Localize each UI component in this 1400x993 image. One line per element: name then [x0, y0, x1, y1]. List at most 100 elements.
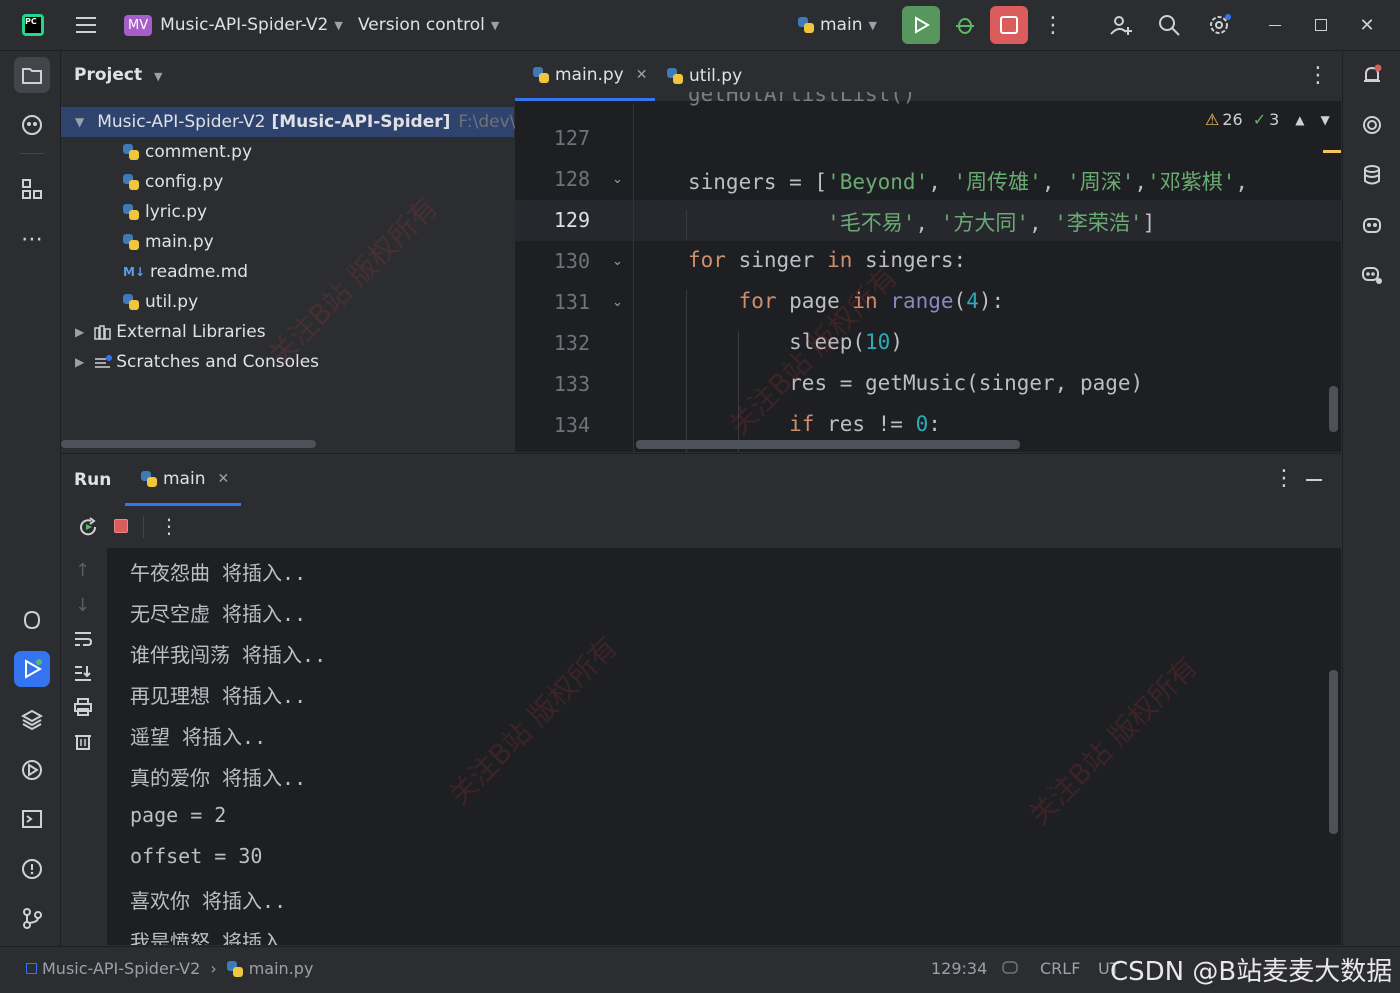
- project-name: Music-API-Spider-V2: [160, 15, 329, 35]
- minimize-window-icon[interactable]: [1262, 12, 1288, 38]
- horizontal-scrollbar[interactable]: [61, 440, 316, 448]
- stop-icon[interactable]: [114, 519, 128, 533]
- run-toolbar-more-icon[interactable]: ⋮: [159, 514, 179, 538]
- problems-icon[interactable]: [14, 851, 50, 887]
- code-line-134[interactable]: if res != 0:: [688, 412, 941, 436]
- more-actions-icon[interactable]: ⋮: [1040, 6, 1066, 44]
- notifications-bell-icon[interactable]: [1354, 57, 1390, 93]
- warning-icon: ⚠: [1205, 110, 1220, 129]
- code-line-133[interactable]: res = getMusic(singer, page): [688, 371, 1143, 395]
- chevron-right-icon: ▶: [75, 325, 85, 339]
- line-separator[interactable]: CRLF: [1040, 959, 1080, 978]
- editor-tab-bar: main.py ✕ util.py ⋮: [515, 51, 1341, 102]
- version-control-menu[interactable]: Version control ▼: [358, 0, 499, 50]
- database-icon[interactable]: [1354, 157, 1390, 193]
- maximize-window-icon[interactable]: [1308, 12, 1334, 38]
- add-user-icon[interactable]: [1104, 8, 1138, 42]
- warning-stripe-marker[interactable]: [1323, 150, 1341, 153]
- python-icon: [798, 17, 814, 33]
- python-packages-icon[interactable]: [14, 602, 50, 638]
- project-folder-icon[interactable]: [14, 57, 50, 93]
- run-tool-icon[interactable]: [14, 651, 50, 687]
- caret-position[interactable]: 129:34: [931, 959, 987, 978]
- code-line-128[interactable]: singers = ['Beyond', '周传雄', '周深','邓紫棋',: [688, 166, 1248, 196]
- project-panel-title[interactable]: Project ▼: [74, 65, 162, 85]
- close-tab-icon[interactable]: ✕: [217, 471, 229, 487]
- rerun-icon: [915, 16, 930, 34]
- line-number: 132: [553, 331, 590, 355]
- fold-chevron-icon[interactable]: ⌄: [612, 254, 623, 269]
- tab-main-py[interactable]: main.py ✕: [515, 51, 655, 101]
- close-window-icon[interactable]: ✕: [1354, 12, 1380, 38]
- editor-more-icon[interactable]: ⋮: [1307, 63, 1329, 88]
- print-icon[interactable]: [73, 698, 93, 720]
- breadcrumb-file[interactable]: main.py: [249, 959, 314, 978]
- code-line-130[interactable]: for singer in singers:: [688, 248, 966, 272]
- ai-assistant-icon[interactable]: [1354, 107, 1390, 143]
- trash-icon[interactable]: [74, 732, 92, 754]
- scroll-up-icon[interactable]: ↑: [75, 560, 90, 581]
- debug-button[interactable]: [946, 6, 984, 44]
- scroll-down-icon[interactable]: ↓: [75, 595, 90, 616]
- git-icon[interactable]: [14, 900, 50, 936]
- hide-panel-icon[interactable]: [1306, 479, 1322, 481]
- tree-file-item[interactable]: comment.py: [123, 137, 252, 167]
- project-switcher[interactable]: MV Music-API-Spider-V2 ▼: [124, 0, 343, 50]
- copilot-icon[interactable]: [1354, 207, 1390, 243]
- search-icon[interactable]: [1152, 8, 1186, 42]
- fold-chevron-icon[interactable]: ⌄: [612, 172, 623, 187]
- code-line-131[interactable]: for page in range(4):: [688, 289, 1005, 313]
- tree-external-libraries[interactable]: ▶ External Libraries: [75, 317, 266, 347]
- breadcrumb-project[interactable]: Music-API-Spider-V2: [42, 959, 200, 978]
- watermark-credit: CSDN @B站麦麦大数据: [1110, 957, 1393, 987]
- rerun-button[interactable]: [902, 6, 940, 44]
- tab-label: main.py: [555, 64, 624, 85]
- editor-horizontal-scrollbar[interactable]: [636, 440, 1020, 449]
- terminal-icon[interactable]: [14, 801, 50, 837]
- tree-file-item[interactable]: util.py: [123, 287, 198, 317]
- stop-button[interactable]: [990, 6, 1028, 44]
- copilot-chat-icon[interactable]: [1354, 257, 1390, 293]
- close-tab-icon[interactable]: ✕: [636, 67, 648, 83]
- scratches-icon: [95, 355, 113, 368]
- next-highlight-icon[interactable]: ▼: [1321, 113, 1330, 127]
- code-token: res = getMusic(singer, page): [789, 371, 1144, 395]
- tree-root[interactable]: ▼ Music-API-Spider-V2 [Music-API-Spider]…: [61, 107, 526, 137]
- services-icon[interactable]: [14, 752, 50, 788]
- console-output[interactable]: 午夜怨曲 将插入.. 无尽空虚 将插入.. 谁伴我闯荡 将插入.. 再见理想 将…: [107, 548, 1341, 945]
- layers-icon[interactable]: [14, 702, 50, 738]
- main-menu-icon[interactable]: [74, 0, 98, 50]
- run-config-selector[interactable]: main ▼: [798, 0, 877, 50]
- file-name: readme.md: [150, 262, 249, 282]
- tree-file-item[interactable]: config.py: [123, 167, 223, 197]
- run-tab-main[interactable]: main ✕: [125, 454, 241, 506]
- gutter-divider: [633, 103, 634, 452]
- soft-wrap-icon[interactable]: [73, 630, 93, 652]
- python-icon: [123, 174, 139, 190]
- tree-file-item[interactable]: M↓ readme.md: [123, 257, 248, 287]
- tree-scratches[interactable]: ▶ Scratches and Consoles: [75, 347, 319, 377]
- tree-file-item[interactable]: main.py: [123, 227, 214, 257]
- line-number: 129: [553, 208, 590, 232]
- project-panel: Project ▼ ▼ Music-API-Spider-V2 [Music-A…: [61, 51, 526, 452]
- inspection-widget[interactable]: ⚠ 26 ✓ 3 ▲ ▼: [1205, 110, 1330, 129]
- indent-status-icon[interactable]: [1000, 957, 1020, 981]
- scratches-label: Scratches and Consoles: [116, 352, 320, 372]
- stop-icon: [1000, 16, 1018, 34]
- code-line-132[interactable]: sleep(10): [688, 330, 903, 354]
- editor-vertical-scrollbar[interactable]: [1329, 386, 1338, 432]
- fold-chevron-icon[interactable]: ⌄: [612, 295, 623, 310]
- previous-highlight-icon[interactable]: ▲: [1295, 113, 1304, 127]
- tree-file-item[interactable]: lyric.py: [123, 197, 207, 227]
- console-vertical-scrollbar[interactable]: [1329, 670, 1338, 834]
- structure-icon[interactable]: [14, 171, 50, 207]
- console-line: 真的爱你 将插入..: [130, 766, 307, 790]
- run-panel-more-icon[interactable]: ⋮: [1273, 466, 1295, 491]
- code-line-129[interactable]: '毛不易', '方大同', '李荣浩']: [688, 207, 1155, 237]
- scroll-to-end-icon[interactable]: [73, 664, 93, 686]
- rerun-icon[interactable]: [77, 516, 99, 542]
- more-tools-icon[interactable]: ⋯: [14, 221, 50, 257]
- settings-gear-icon[interactable]: [1202, 8, 1236, 42]
- pycharm-logo-icon[interactable]: PC: [22, 0, 44, 50]
- code-with-me-icon[interactable]: [14, 107, 50, 143]
